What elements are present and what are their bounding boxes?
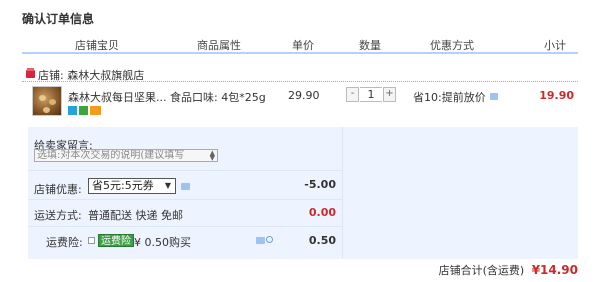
column-promotion: 优惠方式 [430, 39, 474, 52]
help-icon[interactable] [266, 236, 273, 243]
item-subtotal: 19.90 [539, 89, 574, 102]
insurance-label: 运费险: [46, 236, 83, 249]
column-quantity: 数量 [359, 39, 381, 52]
section-divider [28, 170, 342, 171]
scroll-arrows-icon[interactable]: ▲ ▼ [210, 150, 215, 161]
section-divider [28, 226, 342, 227]
discount-selected-value: 省5元:5元券 [92, 179, 154, 192]
insurance-amount: 0.50 [308, 234, 336, 247]
chat-bubble-icon[interactable] [489, 93, 498, 100]
panel-divider [342, 127, 343, 259]
section-divider [28, 199, 342, 200]
shipping-method: 普通配送 快递 免邮 [88, 209, 183, 222]
product-attributes: 食品口味: 4包*25g [170, 91, 266, 104]
column-header-underline [22, 52, 578, 54]
shop-total-label: 店铺合计(含运费) [438, 264, 525, 277]
unit-price: 29.90 [288, 89, 320, 102]
shop-icon [26, 68, 35, 78]
column-subtotal: 小计 [544, 39, 566, 52]
column-item: 店铺宝贝 [75, 39, 119, 52]
service-badge-icon[interactable] [68, 106, 77, 115]
guarantee-badge-icon[interactable] [79, 106, 88, 115]
shop-total-value: ¥14.90 [531, 263, 578, 277]
message-placeholder: 选填:对本次交易的说明(建议填写 [37, 150, 185, 161]
shop-divider [22, 81, 578, 82]
chat-bubble-icon[interactable] [256, 237, 265, 244]
promotion-label: 省10:提前放价 [413, 91, 486, 104]
product-thumbnail[interactable] [32, 86, 62, 116]
insurance-checkbox[interactable] [88, 237, 95, 244]
column-attributes: 商品属性 [197, 39, 241, 52]
shipping-label: 运送方式: [34, 209, 82, 222]
message-input[interactable]: 选填:对本次交易的说明(建议填写 ▲ ▼ [34, 149, 218, 162]
column-price: 单价 [292, 39, 314, 52]
quantity-increase-button[interactable]: + [383, 87, 396, 102]
insurance-tag[interactable]: 运费险 [98, 234, 134, 247]
discount-select[interactable]: 省5元:5元券 ▼ [88, 178, 176, 194]
shop-total: 店铺合计(含运费) ¥14.90 [439, 262, 578, 278]
dropdown-arrow-icon: ▼ [164, 181, 171, 190]
order-options-panel: 给卖家留言: 选填:对本次交易的说明(建议填写 ▲ ▼ 店铺优惠: 省5元:5元券… [28, 127, 578, 259]
service-badges [68, 106, 103, 116]
shipping-amount: 0.00 [308, 206, 336, 219]
discount-amount: -5.00 [304, 178, 336, 191]
product-title-link[interactable]: 森林大叔每日坚果... [68, 89, 167, 105]
quantity-decrease-button[interactable]: - [346, 87, 359, 102]
promotion-text: 省10:提前放价 [413, 89, 498, 105]
order-item-row: 森林大叔每日坚果... 食品口味: 4包*25g 29.90 - 1 + 省10… [28, 84, 578, 124]
credit-card-badge-icon[interactable] [90, 106, 101, 115]
discount-label: 店铺优惠: [34, 183, 82, 196]
quantity-input[interactable]: 1 [360, 87, 382, 102]
chat-bubble-icon[interactable] [181, 183, 190, 190]
insurance-price: ¥ 0.50购买 [134, 236, 191, 249]
column-header: 店铺宝贝 商品属性 单价 数量 优惠方式 小计 [22, 37, 578, 54]
page-title: 确认订单信息 [22, 12, 95, 26]
